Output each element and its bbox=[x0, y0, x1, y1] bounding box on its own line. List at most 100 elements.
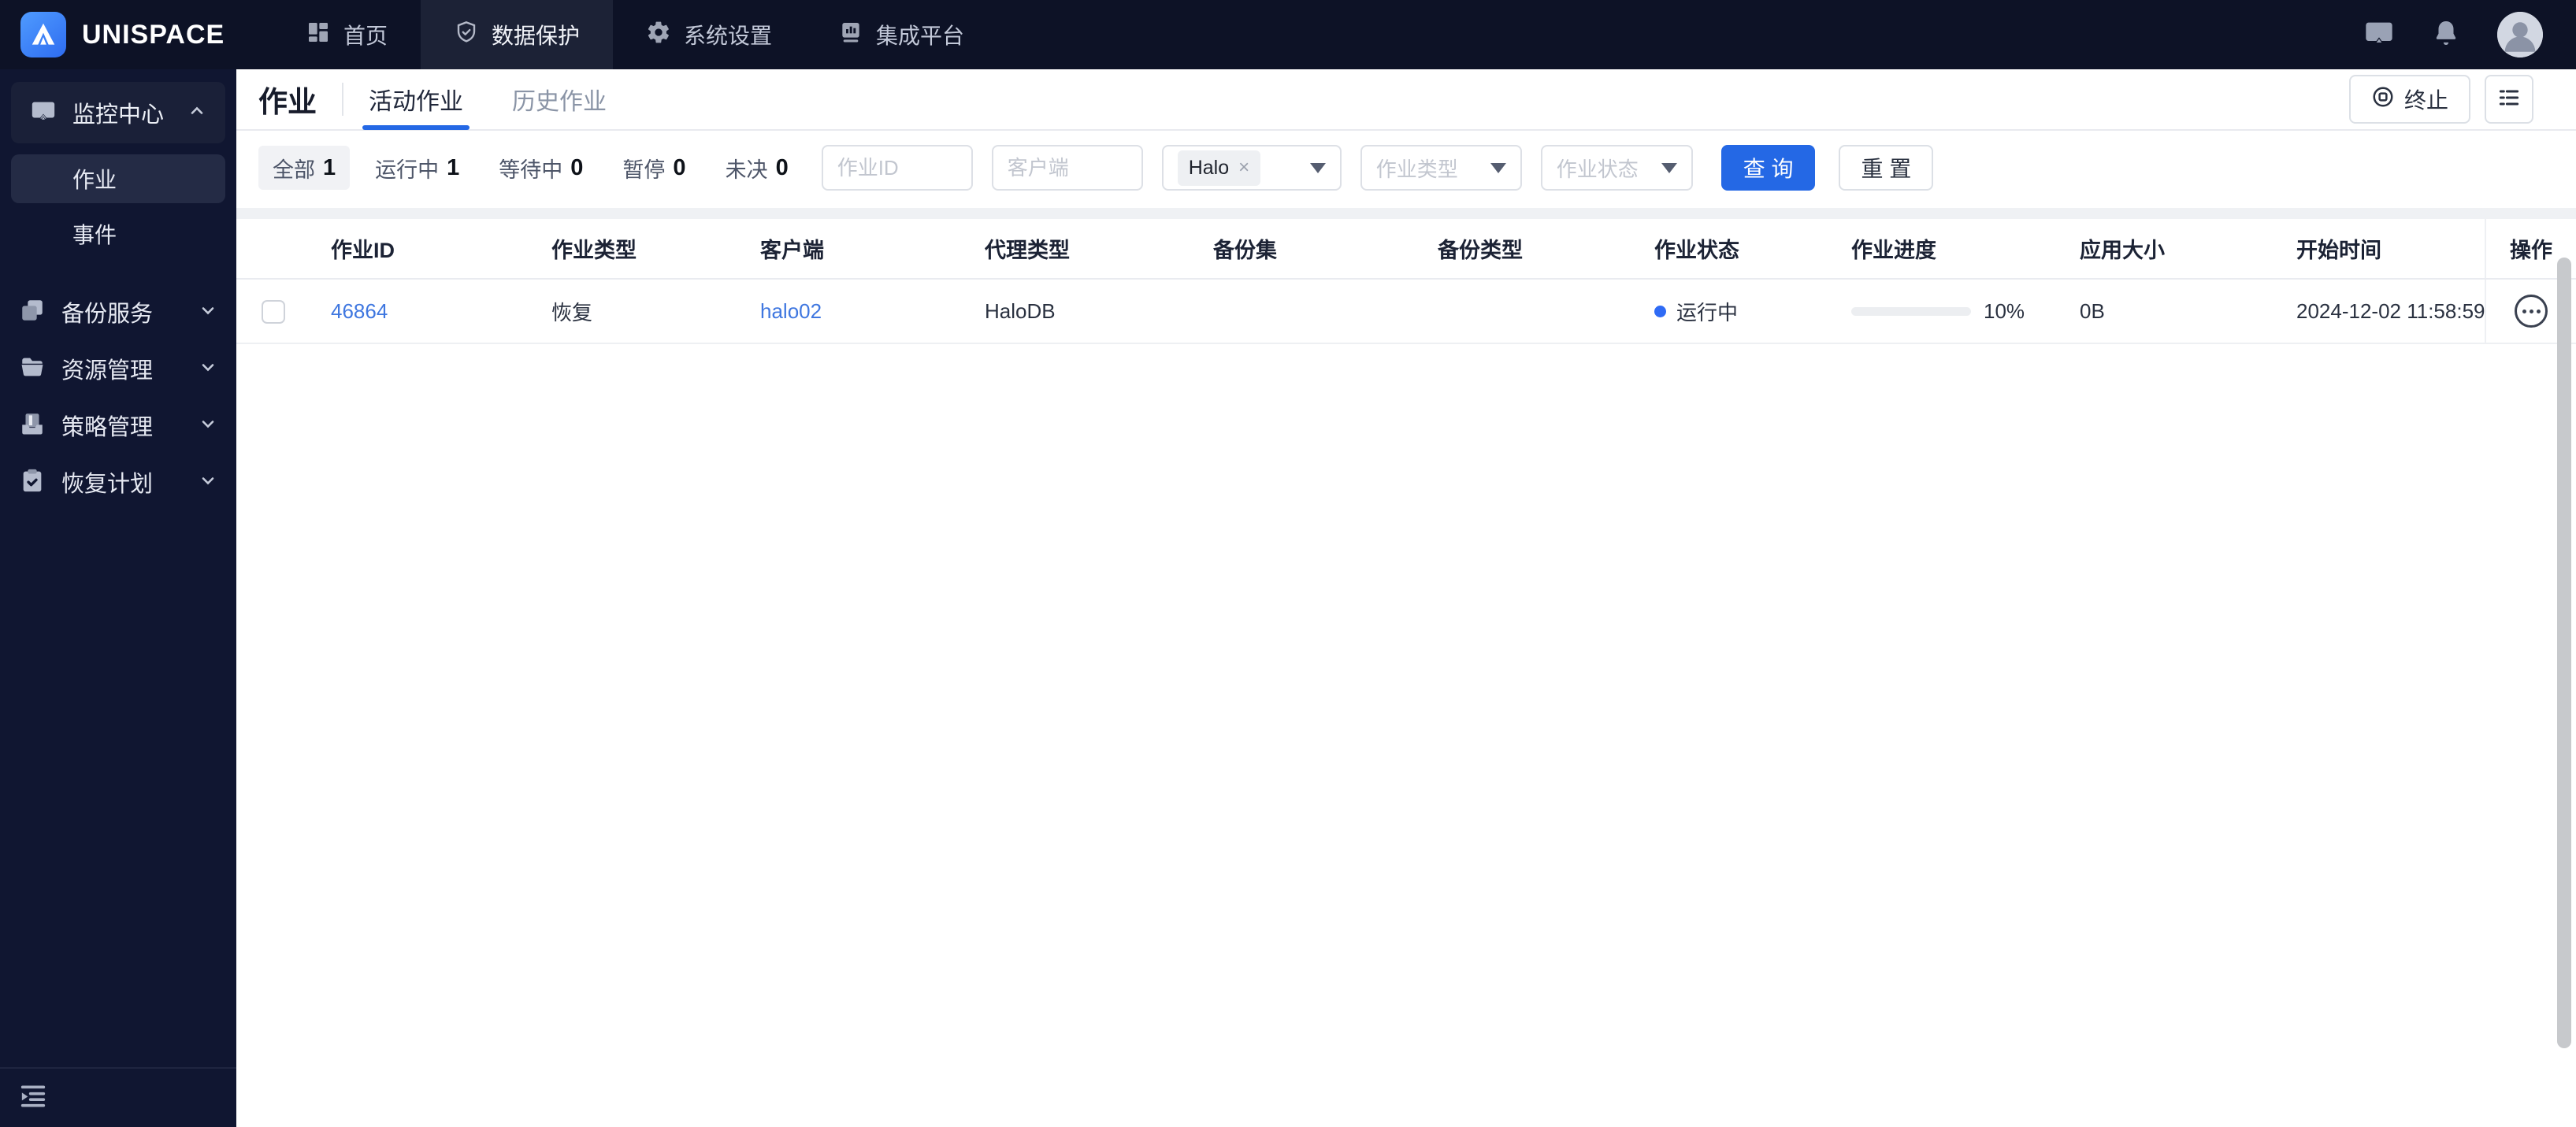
vertical-scrollbar[interactable] bbox=[2557, 258, 2571, 1048]
sidebar-group-label: 策略管理 bbox=[61, 415, 154, 440]
folder-icon bbox=[19, 354, 46, 384]
sidebar: 监控中心 作业 事件 备份服务 资源管理 策略管理 恢复计划 bbox=[0, 69, 236, 1127]
content-header: 作业 活动作业 历史作业 终止 bbox=[236, 69, 2576, 131]
sidebar-group-monitor-center[interactable]: 监控中心 bbox=[11, 82, 225, 143]
chip-label: 全部 bbox=[273, 158, 315, 182]
top-nav: 首页 数据保护 系统设置 集成平台 bbox=[273, 0, 997, 69]
backup-type-cell bbox=[1422, 279, 1639, 344]
status-dot-icon bbox=[1654, 305, 1666, 317]
unispace-mountain-icon bbox=[20, 12, 66, 57]
agent-type-cell: HaloDB bbox=[969, 279, 1197, 344]
sidebar-footer bbox=[0, 1067, 236, 1127]
job-status-select[interactable]: 作业状态 bbox=[1540, 145, 1693, 191]
content-area: 作业 活动作业 历史作业 终止 全部 1 运行中 1 等待中 0 暂停 0 未决… bbox=[236, 69, 2576, 1127]
sidebar-group-label: 恢复计划 bbox=[61, 472, 154, 497]
tab-active-jobs[interactable]: 活动作业 bbox=[362, 69, 470, 130]
table-header-row: 作业ID 作业类型 客户端 代理类型 备份集 备份类型 作业状态 作业进度 应用… bbox=[236, 219, 2576, 280]
nav-item-home[interactable]: 首页 bbox=[273, 0, 421, 69]
sidebar-group-label: 备份服务 bbox=[61, 302, 154, 327]
agent-type-select[interactable]: Halo × bbox=[1161, 145, 1342, 191]
filter-row: 全部 1 运行中 1 等待中 0 暂停 0 未决 0 Halo bbox=[236, 131, 2576, 208]
select-placeholder: 作业类型 bbox=[1375, 157, 1458, 181]
filter-chip-pending[interactable]: 未决 0 bbox=[711, 146, 803, 190]
select-all-header bbox=[236, 219, 315, 280]
copy-pages-icon bbox=[19, 297, 46, 328]
client-input[interactable] bbox=[991, 145, 1143, 191]
select-placeholder: 作业状态 bbox=[1556, 157, 1639, 181]
monitor-cast-icon bbox=[30, 98, 57, 128]
header-actions: 终止 bbox=[2348, 75, 2554, 124]
sidebar-group-policy-management[interactable]: 策略管理 bbox=[0, 397, 236, 454]
screen-share-icon[interactable] bbox=[2363, 17, 2395, 53]
chip-count: 1 bbox=[447, 154, 460, 180]
nav-item-label: 系统设置 bbox=[684, 24, 773, 48]
progress-cell: 10% bbox=[1851, 299, 2048, 324]
sidebar-item-events[interactable]: 事件 bbox=[11, 209, 225, 258]
row-actions-button[interactable] bbox=[2515, 295, 2548, 328]
user-avatar[interactable] bbox=[2497, 12, 2543, 57]
sidebar-group-resource-management[interactable]: 资源管理 bbox=[0, 340, 236, 397]
progress-track bbox=[1851, 306, 1971, 316]
dashboard-icon bbox=[306, 20, 331, 50]
caret-down-icon bbox=[1661, 162, 1677, 173]
page-title: 作业 bbox=[258, 86, 317, 118]
col-app-size: 应用大小 bbox=[2064, 219, 2281, 280]
chip-count: 0 bbox=[570, 154, 584, 180]
nav-item-integration-platform[interactable]: 集成平台 bbox=[805, 0, 997, 69]
top-navbar: UNISPACE 首页 数据保护 系统设置 集成平台 bbox=[0, 0, 2576, 69]
chevron-up-icon bbox=[187, 102, 206, 124]
topbar-right bbox=[2363, 12, 2576, 57]
list-icon bbox=[2496, 85, 2522, 114]
filter-chip-all[interactable]: 全部 1 bbox=[258, 146, 351, 190]
nav-item-label: 集成平台 bbox=[876, 24, 965, 48]
col-job-type: 作业类型 bbox=[536, 219, 744, 280]
reset-button[interactable]: 重 置 bbox=[1839, 145, 1934, 191]
row-checkbox[interactable] bbox=[262, 300, 285, 324]
chevron-down-icon bbox=[199, 358, 217, 380]
section-divider bbox=[236, 208, 2576, 219]
filter-chip-waiting[interactable]: 等待中 0 bbox=[484, 146, 597, 190]
client-link[interactable]: halo02 bbox=[760, 299, 822, 323]
col-job-id: 作业ID bbox=[315, 219, 536, 280]
title-divider bbox=[342, 83, 343, 116]
nav-item-data-protection[interactable]: 数据保护 bbox=[421, 0, 614, 69]
agent-type-tag: Halo × bbox=[1177, 150, 1261, 186]
sidebar-group-backup-service[interactable]: 备份服务 bbox=[0, 284, 236, 340]
bell-icon[interactable] bbox=[2431, 18, 2461, 52]
clipboard-check-icon bbox=[19, 467, 46, 498]
status-label: 运行中 bbox=[1676, 300, 1739, 324]
backup-set-cell bbox=[1197, 279, 1422, 344]
filter-chip-running[interactable]: 运行中 1 bbox=[361, 146, 473, 190]
nav-item-system-settings[interactable]: 系统设置 bbox=[613, 0, 805, 69]
tab-history-jobs[interactable]: 历史作业 bbox=[512, 69, 607, 129]
chip-count: 0 bbox=[673, 154, 686, 180]
chip-count: 1 bbox=[323, 154, 336, 180]
job-id-link[interactable]: 46864 bbox=[331, 299, 388, 323]
gear-icon bbox=[646, 20, 671, 50]
col-backup-type: 备份类型 bbox=[1422, 219, 1639, 280]
tabs: 活动作业 历史作业 bbox=[362, 69, 607, 130]
chip-label: 暂停 bbox=[622, 158, 666, 182]
chevron-down-icon bbox=[199, 471, 217, 494]
column-settings-button[interactable] bbox=[2485, 75, 2533, 124]
tab-label: 历史作业 bbox=[512, 89, 607, 115]
job-type-select[interactable]: 作业类型 bbox=[1360, 145, 1522, 191]
query-button[interactable]: 查 询 bbox=[1720, 145, 1816, 191]
nav-item-label: 首页 bbox=[343, 24, 388, 48]
sidebar-item-jobs[interactable]: 作业 bbox=[11, 154, 225, 203]
tab-label: 活动作业 bbox=[369, 89, 463, 115]
col-start-time: 开始时间 bbox=[2281, 219, 2485, 280]
chip-count: 0 bbox=[775, 154, 789, 180]
col-job-status: 作业状态 bbox=[1639, 219, 1835, 280]
tray-icon bbox=[19, 410, 46, 441]
terminate-button[interactable]: 终止 bbox=[2348, 75, 2470, 124]
tag-close-icon[interactable]: × bbox=[1238, 157, 1249, 179]
app-size-cell: 0B bbox=[2064, 279, 2281, 344]
job-id-input[interactable] bbox=[821, 145, 973, 191]
col-client: 客户端 bbox=[744, 219, 969, 280]
collapse-sidebar-icon[interactable] bbox=[17, 1081, 49, 1116]
sidebar-group-recovery-plan[interactable]: 恢复计划 bbox=[0, 454, 236, 510]
chevron-down-icon bbox=[199, 301, 217, 324]
filter-chip-paused[interactable]: 暂停 0 bbox=[608, 146, 700, 190]
terminate-label: 终止 bbox=[2403, 88, 2448, 113]
